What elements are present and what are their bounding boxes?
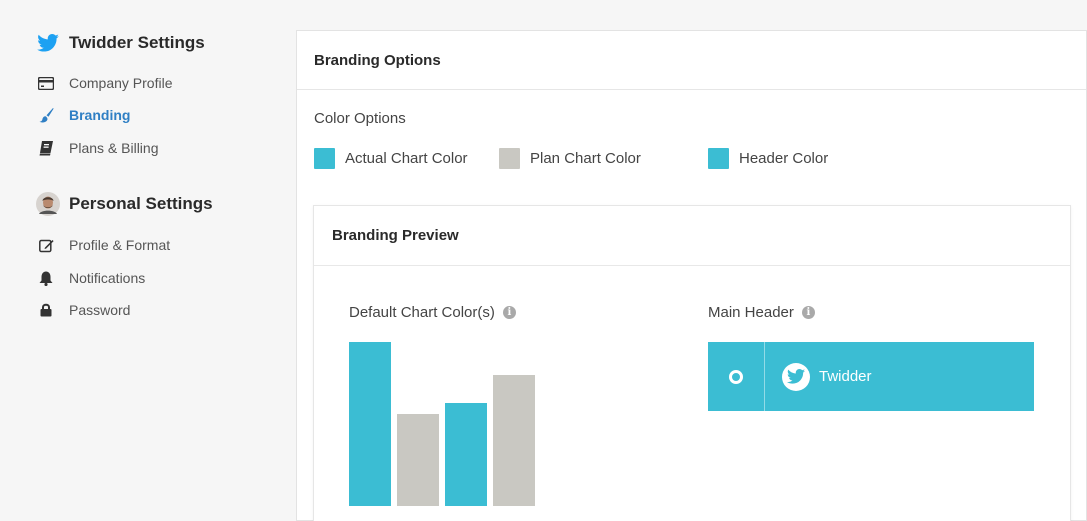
credit-card-icon — [38, 75, 54, 91]
actual-chart-color-label: Actual Chart Color — [345, 150, 468, 167]
personal-settings-title: Personal Settings — [69, 194, 213, 213]
sidebar-item-label: Plans & Billing — [69, 140, 159, 156]
sidebar-item-branding[interactable]: Branding — [38, 107, 130, 123]
twitter-bird-icon — [782, 362, 810, 391]
header-menu-toggle[interactable] — [708, 342, 765, 411]
header-color-swatch[interactable] — [708, 148, 729, 169]
color-options-title: Color Options — [314, 110, 406, 127]
bell-icon — [38, 270, 54, 286]
chart-bar — [445, 403, 487, 506]
lock-icon — [38, 302, 54, 318]
sidebar-item-company-profile[interactable]: Company Profile — [38, 75, 173, 91]
info-icon[interactable]: i — [801, 306, 815, 319]
default-chart-preview — [349, 342, 539, 506]
book-icon — [38, 140, 54, 156]
chart-bar — [493, 375, 535, 506]
twidder-settings-title: Twidder Settings — [69, 33, 205, 52]
default-chart-colors-label: Default Chart Color(s) i — [349, 304, 516, 321]
main-header-preview: Twidder — [708, 342, 1034, 411]
circle-icon — [729, 369, 743, 384]
main-header-text: Main Header — [708, 304, 794, 321]
sidebar-item-label: Company Profile — [69, 75, 173, 91]
sidebar-item-profile-format[interactable]: Profile & Format — [38, 237, 170, 253]
panel-title: Branding Options — [297, 31, 1086, 90]
plan-chart-color-swatch[interactable] — [499, 148, 520, 169]
sidebar-item-label: Branding — [69, 107, 131, 123]
actual-chart-color-option[interactable]: Actual Chart Color — [314, 148, 468, 169]
personal-settings-heading: Personal Settings — [36, 192, 213, 216]
header-color-label: Header Color — [739, 150, 829, 167]
main-header-label: Main Header i — [708, 304, 815, 321]
paintbrush-icon — [38, 107, 54, 123]
default-chart-colors-text: Default Chart Color(s) — [349, 304, 495, 321]
actual-chart-color-swatch[interactable] — [314, 148, 335, 169]
sidebar-item-label: Notifications — [69, 270, 146, 286]
header-brand-name: Twidder — [819, 368, 872, 385]
sidebar-item-label: Profile & Format — [69, 237, 171, 253]
twitter-bird-icon — [36, 31, 60, 55]
twidder-settings-heading: Twidder Settings — [36, 31, 205, 55]
chart-bar — [349, 342, 391, 506]
sidebar-item-notifications[interactable]: Notifications — [38, 270, 145, 286]
branding-preview-title: Branding Preview — [314, 206, 1070, 266]
edit-icon — [38, 237, 54, 253]
branding-options-panel: Branding Options Color Options Actual Ch… — [296, 30, 1087, 521]
plan-chart-color-label: Plan Chart Color — [530, 150, 641, 167]
header-color-option[interactable]: Header Color — [708, 148, 828, 169]
chart-bar — [397, 414, 439, 506]
info-icon[interactable]: i — [502, 306, 516, 319]
sidebar-item-plans-billing[interactable]: Plans & Billing — [38, 140, 159, 156]
header-brand: Twidder — [765, 362, 872, 391]
settings-sidebar: Twidder Settings Company Profile Brandin… — [0, 0, 296, 521]
branding-preview-card: Branding Preview Default Chart Color(s) … — [313, 205, 1071, 521]
avatar — [36, 192, 60, 216]
sidebar-item-password[interactable]: Password — [38, 302, 130, 318]
plan-chart-color-option[interactable]: Plan Chart Color — [499, 148, 641, 169]
sidebar-item-label: Password — [69, 302, 131, 318]
